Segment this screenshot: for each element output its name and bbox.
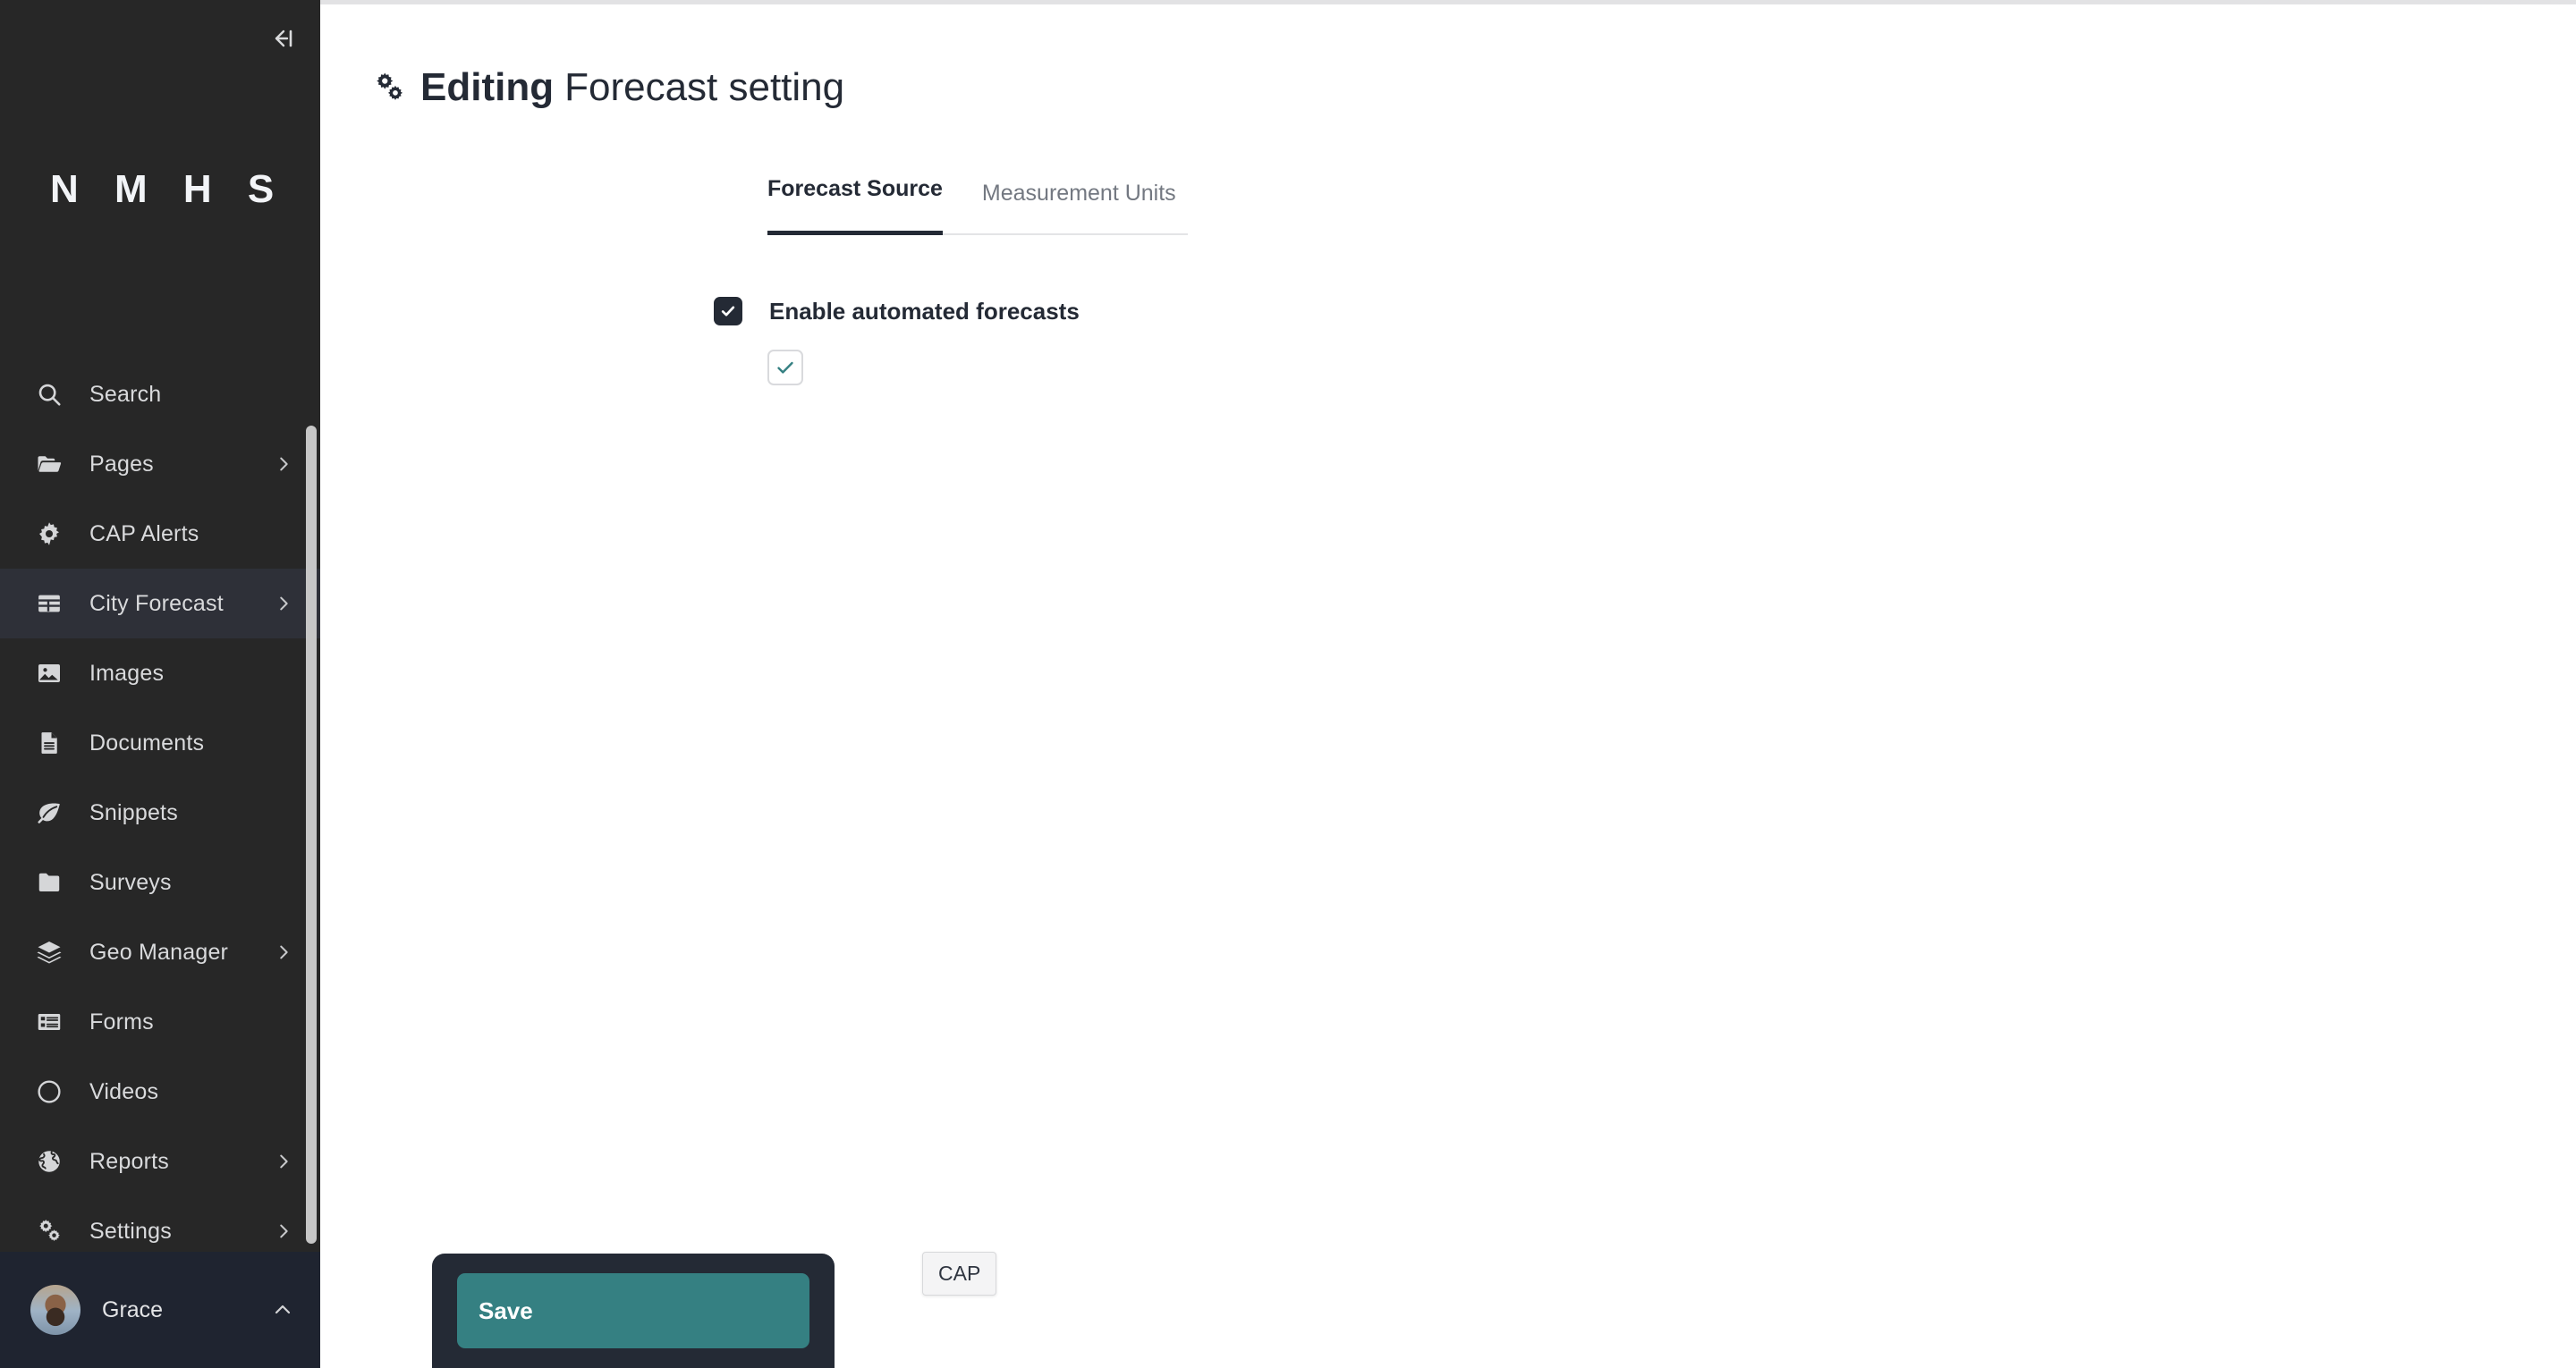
sidebar-item-label: Videos [89, 1078, 159, 1104]
save-bar: Save [432, 1254, 835, 1368]
list-form-icon [30, 1003, 68, 1041]
circle-icon [30, 1073, 68, 1110]
gear-icon [30, 515, 68, 553]
sidebar-nav: Search Pages CAP Alerts City Forecast Im… [0, 359, 320, 1266]
document-icon [30, 724, 68, 762]
sidebar-item-label: Pages [89, 451, 154, 477]
tab-bar: Forecast Source Measurement Units [767, 174, 1188, 235]
enable-automated-forecasts-row: Enable automated forecasts [714, 297, 1080, 325]
tab-measurement-units[interactable]: Measurement Units [982, 181, 1176, 235]
sidebar-item-label: Forms [89, 1009, 154, 1034]
page-title-action: Editing [420, 65, 555, 109]
folder-open-icon [30, 445, 68, 483]
collapse-left-icon[interactable] [259, 18, 304, 59]
chevron-right-icon [274, 454, 293, 474]
main-content: Editing Forecast setting Forecast Source … [320, 4, 2576, 1368]
chevron-right-icon [274, 1221, 293, 1241]
sidebar-item-videos[interactable]: Videos [0, 1057, 320, 1127]
search-icon [30, 376, 68, 413]
cap-tooltip: CAP [922, 1252, 997, 1296]
sidebar-item-geo-manager[interactable]: Geo Manager [0, 917, 320, 987]
table-icon [30, 585, 68, 622]
sidebar-item-documents[interactable]: Documents [0, 708, 320, 778]
sidebar: N M H S Search Pages CAP Alerts City For… [0, 0, 320, 1368]
enable-automated-forecasts-label: Enable automated forecasts [769, 297, 1080, 325]
sidebar-item-label: Surveys [89, 869, 172, 895]
cogs-icon [30, 1212, 68, 1250]
user-name: Grace [102, 1296, 164, 1322]
sidebar-item-label: Images [89, 660, 165, 686]
sidebar-item-label: Settings [89, 1218, 172, 1244]
chevron-up-icon [272, 1299, 293, 1321]
sidebar-item-snippets[interactable]: Snippets [0, 778, 320, 848]
chevron-right-icon [274, 942, 293, 962]
save-button[interactable]: Save [457, 1273, 809, 1348]
page-title-object: Forecast setting [564, 65, 845, 109]
page-header: Editing Forecast setting [372, 64, 844, 111]
folder-icon [30, 864, 68, 901]
leaf-icon [30, 794, 68, 832]
sidebar-item-forms[interactable]: Forms [0, 987, 320, 1057]
enable-automated-forecasts-checkbox[interactable] [714, 297, 742, 325]
sidebar-item-reports[interactable]: Reports [0, 1127, 320, 1196]
sidebar-item-cap-alerts[interactable]: CAP Alerts [0, 499, 320, 569]
sidebar-item-images[interactable]: Images [0, 638, 320, 708]
sidebar-item-label: Search [89, 381, 162, 407]
sidebar-scrollbar-thumb[interactable] [306, 426, 317, 1244]
sidebar-item-label: Reports [89, 1148, 169, 1174]
sidebar-item-label: Documents [89, 730, 205, 756]
sidebar-item-label: Geo Manager [89, 939, 229, 965]
sidebar-item-label: City Forecast [89, 590, 224, 616]
app-root: N M H S Search Pages CAP Alerts City For… [0, 0, 2576, 1368]
sidebar-item-surveys[interactable]: Surveys [0, 848, 320, 917]
image-icon [30, 654, 68, 692]
sidebar-scrollbar[interactable] [306, 426, 317, 1244]
chevron-right-icon [274, 594, 293, 613]
user-menu[interactable]: Grace [0, 1252, 320, 1368]
sidebar-item-pages[interactable]: Pages [0, 429, 320, 499]
cogs-icon [372, 71, 406, 105]
sidebar-item-label: Snippets [89, 799, 178, 825]
avatar [30, 1285, 80, 1335]
brand-logo: N M H S [50, 167, 287, 211]
sidebar-item-label: CAP Alerts [89, 520, 199, 546]
forecast-enabled-toggle[interactable] [767, 350, 803, 385]
layers-icon [30, 933, 68, 971]
tab-forecast-source[interactable]: Forecast Source [767, 176, 943, 235]
globe-icon [30, 1143, 68, 1180]
chevron-right-icon [274, 1152, 293, 1171]
sidebar-item-search[interactable]: Search [0, 359, 320, 429]
sidebar-item-city-forecast[interactable]: City Forecast [0, 569, 320, 638]
page-title: Editing Forecast setting [420, 64, 844, 111]
